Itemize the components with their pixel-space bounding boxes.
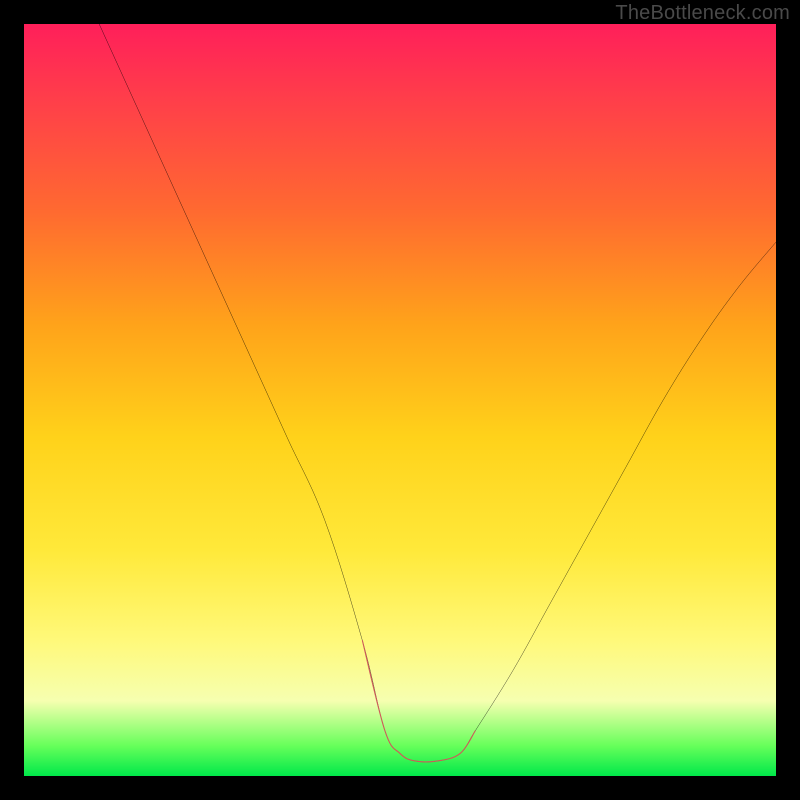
chart-stage: TheBottleneck.com: [0, 0, 800, 800]
plot-svg: [24, 24, 776, 776]
bottleneck-curve-line: [99, 24, 776, 762]
plot-area: [24, 24, 776, 776]
watermark-label: TheBottleneck.com: [615, 2, 790, 25]
valley-highlight-line: [362, 641, 475, 762]
